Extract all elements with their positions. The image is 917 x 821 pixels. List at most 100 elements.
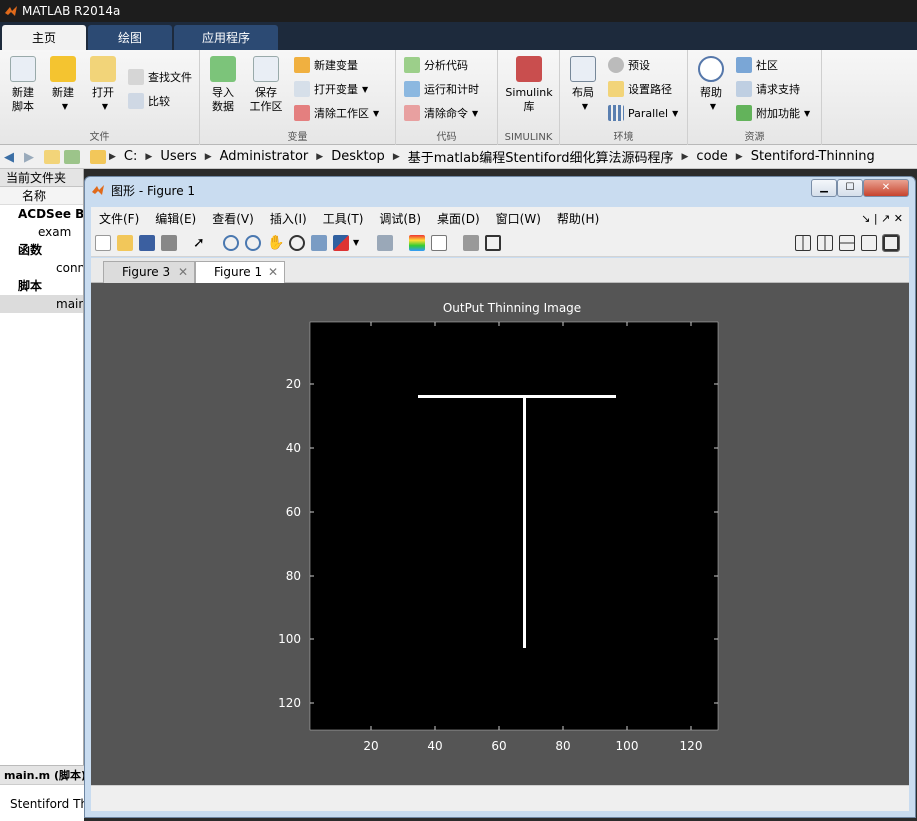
preferences-button[interactable]: 预设 (608, 56, 650, 74)
menu-help[interactable]: 帮助(H) (557, 210, 599, 227)
tab-home[interactable]: 主页 (2, 25, 86, 50)
link-plot-icon[interactable] (377, 235, 393, 251)
group-row-functions[interactable]: 函数 (0, 241, 83, 259)
save-icon[interactable] (139, 235, 155, 251)
file-row-exam[interactable]: exam (0, 223, 83, 241)
compare-button[interactable]: 比较 (128, 92, 170, 110)
new-variable-button[interactable]: 新建变量 (294, 56, 358, 74)
layout-button[interactable]: 布局 ▼ (566, 56, 600, 114)
group-row-acdsee[interactable]: ACDSee BI (0, 205, 83, 223)
breadcrumb-desktop[interactable]: Desktop (331, 149, 385, 164)
cursor-icon[interactable]: ➚ (193, 235, 209, 251)
open-variable-button[interactable]: 打开变量 ▼ (294, 80, 368, 98)
clear-commands-button[interactable]: 清除命令 ▼ (404, 104, 478, 122)
float-icon[interactable] (861, 235, 877, 251)
close-icon[interactable]: ✕ (268, 262, 278, 282)
rotate-3d-icon[interactable] (289, 235, 305, 251)
maximize-doc-icon[interactable] (882, 234, 900, 252)
open-file-icon[interactable] (117, 235, 133, 251)
simulink-library-button[interactable]: Simulink 库 (504, 56, 554, 114)
menu-edit[interactable]: 编辑(E) (155, 210, 196, 227)
file-row-main[interactable]: main (0, 295, 83, 313)
axes-canvas[interactable]: OutPut Thinning Image 20 40 60 80 100 12… (91, 283, 909, 785)
help-button[interactable]: 帮助 ▼ (694, 56, 728, 114)
hide-plot-tools-icon[interactable] (463, 235, 479, 251)
y-tick-label-80: 80 (286, 569, 301, 583)
figure-title-bar[interactable]: 图形 - Figure 1 ▁ ☐ ✕ (85, 177, 915, 203)
new-script-button[interactable]: 新建 脚本 (6, 56, 40, 114)
analyze-code-button[interactable]: 分析代码 (404, 56, 468, 74)
tab-figure-3[interactable]: Figure 3 ✕ (103, 261, 195, 283)
chevron-down-icon: ▼ (581, 102, 589, 111)
menu-insert[interactable]: 插入(I) (270, 210, 307, 227)
file-row-conn[interactable]: conn (0, 259, 83, 277)
tab-figure-1[interactable]: Figure 1 ✕ (195, 261, 285, 283)
chevron-down-icon: ▼ (672, 108, 679, 118)
menu-desktop[interactable]: 桌面(D) (437, 210, 480, 227)
addons-button[interactable]: 附加功能 ▼ (736, 104, 810, 122)
request-support-button[interactable]: 请求支持 (736, 80, 800, 98)
back-arrow-icon[interactable]: ◀ (4, 150, 20, 165)
menu-window[interactable]: 窗口(W) (496, 210, 541, 227)
close-icon[interactable]: ✕ (178, 262, 188, 282)
tile-rows-icon[interactable] (839, 235, 855, 251)
menu-debug[interactable]: 调试(B) (379, 210, 421, 227)
open-button[interactable]: 打开 ▼ (86, 56, 120, 114)
show-plot-tools-icon[interactable] (485, 235, 501, 251)
import-data-button[interactable]: 导入 数据 (206, 56, 240, 114)
breadcrumb-code[interactable]: code (696, 149, 727, 164)
new-plus-icon (50, 56, 76, 82)
chevron-down-icon: ▼ (804, 108, 811, 118)
breadcrumb-administrator[interactable]: Administrator (220, 149, 309, 164)
menu-view[interactable]: 查看(V) (212, 210, 254, 227)
menu-tools[interactable]: 工具(T) (323, 210, 364, 227)
pan-icon[interactable]: ✋ (267, 235, 284, 251)
group-row-scripts[interactable]: 脚本 (0, 277, 83, 295)
set-path-button[interactable]: 设置路径 (608, 80, 672, 98)
figure-window[interactable]: 图形 - Figure 1 ▁ ☐ ✕ 文件(F) 编辑(E) 查看(V) 插入… (84, 176, 916, 818)
group-label-file: 文件 (89, 132, 110, 143)
print-icon[interactable] (161, 235, 177, 251)
up-folder-icon[interactable] (44, 149, 60, 164)
parallel-button[interactable]: Parallel ▼ (608, 104, 678, 122)
zoom-in-icon[interactable] (223, 235, 239, 251)
forward-arrow-icon[interactable]: ▶ (24, 150, 40, 165)
minimize-button[interactable]: ▁ (811, 179, 837, 197)
tab-plots[interactable]: 绘图 (88, 25, 172, 50)
browse-folder-icon[interactable] (64, 149, 80, 164)
clear-workspace-button[interactable]: 清除工作区 ▼ (294, 104, 379, 122)
compare-icon (128, 93, 144, 109)
save-workspace-button[interactable]: 保存 工作区 (246, 56, 286, 114)
close-button[interactable]: ✕ (863, 179, 909, 197)
new-button[interactable]: 新建 ▼ (46, 56, 80, 114)
parallel-icon (608, 105, 624, 121)
app-title: MATLAB R2014a (22, 4, 121, 18)
tile-columns-icon[interactable] (817, 235, 833, 251)
plot-area[interactable]: OutPut Thinning Image 20 40 60 80 100 12… (91, 283, 909, 785)
maximize-button[interactable]: ☐ (837, 179, 863, 197)
dock-controls[interactable]: ↘ | ↗ ✕ (861, 212, 903, 225)
column-header-name[interactable]: 名称 (0, 187, 83, 205)
zoom-out-icon[interactable] (245, 235, 261, 251)
chevron-down-icon[interactable]: ▼ (353, 235, 369, 251)
colorbar-icon[interactable] (409, 235, 425, 251)
breadcrumb-project[interactable]: 基于matlab编程Stentiford细化算法源码程序 (408, 147, 674, 166)
tile-grid-icon[interactable] (795, 235, 811, 251)
breadcrumb-users[interactable]: Users (160, 149, 196, 164)
breadcrumb-stentiford-thinning[interactable]: Stentiford-Thinning (751, 149, 875, 164)
community-icon (736, 57, 752, 73)
legend-icon[interactable] (431, 235, 447, 251)
find-files-button[interactable]: 查找文件 (128, 68, 192, 86)
run-and-time-button[interactable]: 运行和计时 (404, 80, 479, 98)
brush-icon[interactable] (333, 235, 349, 251)
x-tick-label-80: 80 (555, 739, 570, 753)
new-figure-icon[interactable] (95, 235, 111, 251)
matlab-logo-icon (5, 6, 17, 16)
community-button[interactable]: 社区 (736, 56, 778, 74)
figure-tab-bar: Figure 3 ✕ Figure 1 ✕ (91, 258, 909, 283)
data-cursor-icon[interactable] (311, 235, 327, 251)
menu-file[interactable]: 文件(F) (99, 210, 139, 227)
tab-apps[interactable]: 应用程序 (174, 25, 278, 50)
breadcrumb-c[interactable]: C: (124, 149, 137, 164)
folder-icon (90, 149, 106, 164)
